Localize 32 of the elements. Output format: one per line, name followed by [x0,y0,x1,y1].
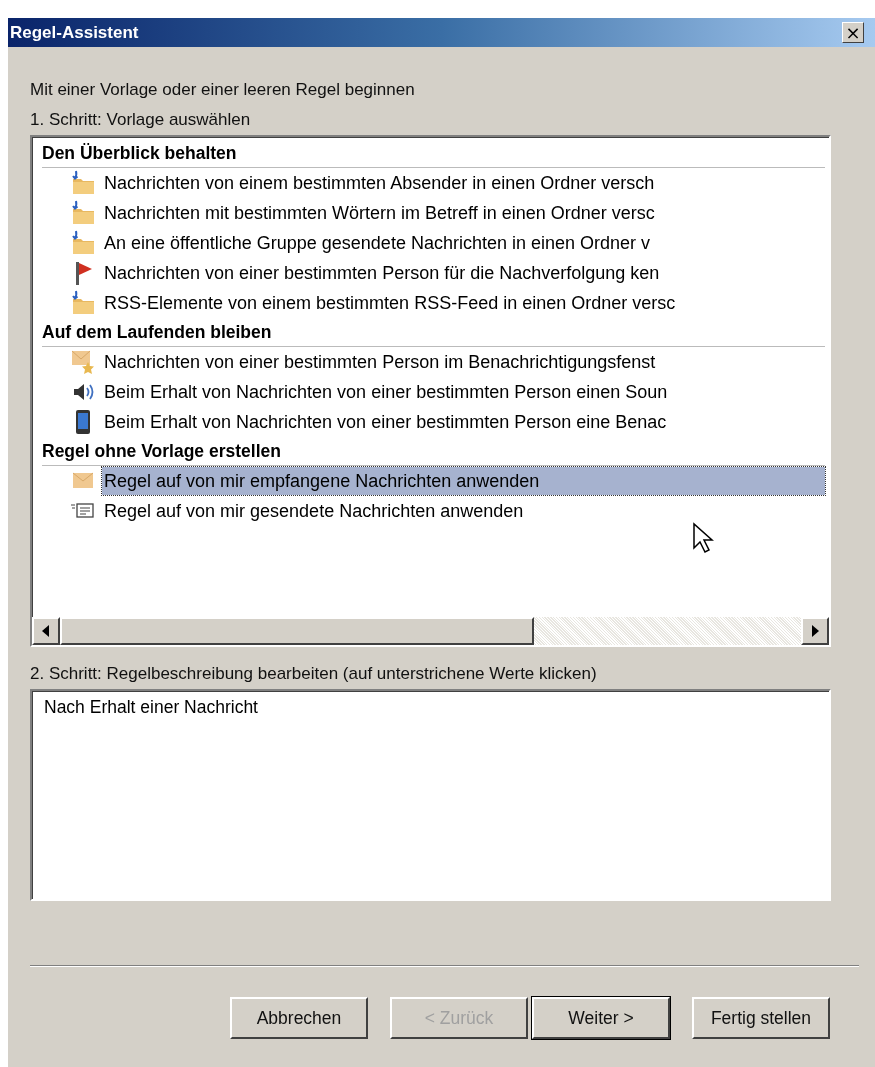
template-item[interactable]: Beim Erhalt von Nachrichten von einer bestimmten Person eine Benac [102,408,825,436]
template-item[interactable]: Beim Erhalt von Nachrichten von einer bestimmten Person einen Soun [102,378,825,406]
horizontal-scrollbar[interactable] [32,617,829,645]
step-label: 2. Schritt: Regelbeschreibung bearbeiten (auf unterstrichene Werte klicken) [30,663,598,685]
template-item[interactable]: Regel auf von mir empfangene Nachrichten anwenden [102,467,825,495]
scroll-left-button[interactable] [32,617,60,645]
scroll-right-button[interactable] [801,617,829,645]
intro-text: Mit einer Vorlage oder einer leeren Regel beginnen [30,79,416,101]
dialog-button[interactable]: Abbrechen [230,997,368,1039]
folder-arrow-icon [70,230,96,256]
scroll-thumb[interactable] [60,617,535,645]
step-label: 1. Schritt: Vorlage auswählen [30,109,252,131]
folder-arrow-icon [70,290,96,316]
template-item[interactable]: Nachrichten mit bestimmten Wörtern im Betreff in einen Ordner versc [102,199,825,227]
folder-arrow-icon [70,200,96,226]
template-item[interactable]: RSS-Elemente von einem bestimmten RSS-Feed in einen Ordner versc [102,289,825,317]
right-arrow-icon [810,625,820,637]
group-heading: Den Überblick behalten [42,139,825,168]
group-heading: Auf dem Laufenden bleiben [42,318,825,347]
close-button[interactable]: × [842,22,864,43]
left-arrow-icon [41,625,51,637]
template-item[interactable]: Regel auf von mir gesendete Nachrichten anwenden [102,497,825,525]
dialog-button[interactable]: Weiter > [532,997,670,1039]
envelope-star-icon [70,349,96,375]
template-item[interactable]: Nachrichten von einer bestimmten Person im Benachrichtigungsfenst [102,348,825,376]
window-title: Regel-Assistent [10,22,139,43]
template-item[interactable]: Nachrichten von einem bestimmten Absender in einen Ordner versch [102,169,825,197]
template-item[interactable]: An eine öffentliche Gruppe gesendete Nachrichten in einen Ordner v [102,229,825,257]
folder-arrow-icon [70,170,96,196]
rule-description: Nach Erhalt einer Nachricht [44,697,258,717]
template-item[interactable]: Nachrichten von einer bestimmten Person für die Nachverfolgung ken [102,259,825,287]
dialog-button[interactable]: Fertig stellen [692,997,830,1039]
